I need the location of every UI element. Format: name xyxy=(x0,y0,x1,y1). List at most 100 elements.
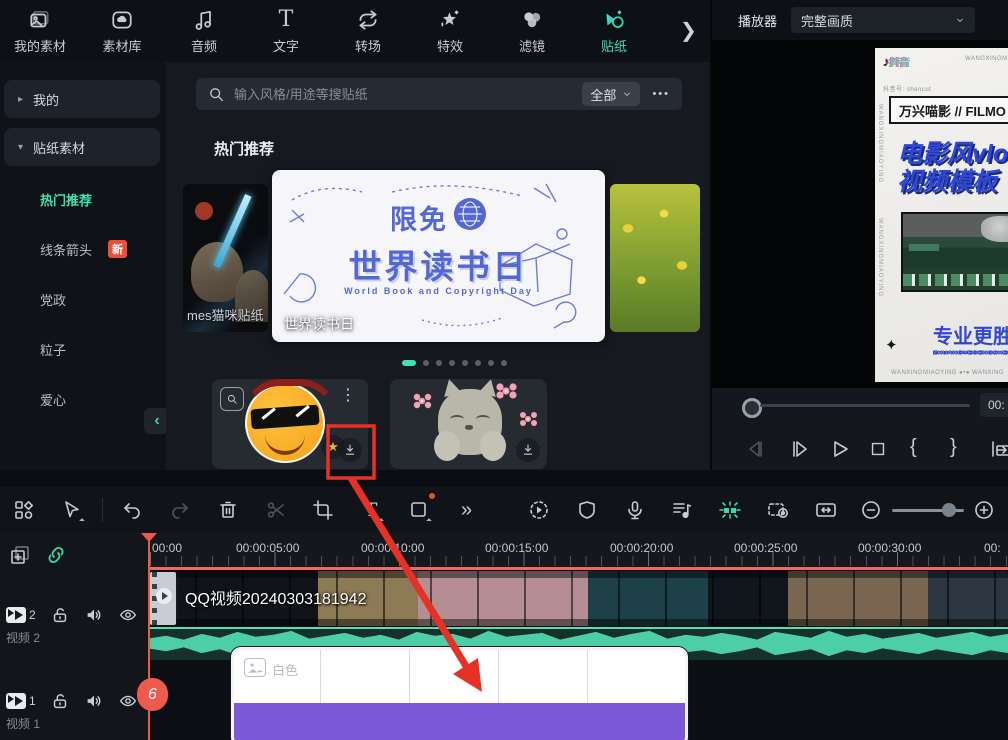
sidebar-group-stickers[interactable]: ▾ 贴纸素材 xyxy=(4,128,160,166)
sidebar-group-my[interactable]: ▸ 我的 xyxy=(4,80,160,118)
mark-in-button[interactable]: { xyxy=(910,436,917,459)
transition-icon xyxy=(356,8,380,32)
shield-button[interactable] xyxy=(563,487,611,533)
prev-frame-button[interactable] xyxy=(746,438,768,460)
media-view-button[interactable] xyxy=(0,487,48,533)
track-2-label: 视频 2 xyxy=(6,629,40,646)
download-icon xyxy=(521,443,535,457)
tiktok-id: 抖音号: shencut xyxy=(883,84,931,93)
sidebar-item-line-arrows[interactable]: 线条箭头新 xyxy=(0,234,166,264)
chevron-down-icon xyxy=(622,89,632,99)
track-type-toggle[interactable]: 1 xyxy=(6,693,36,709)
search-input[interactable] xyxy=(232,86,574,103)
carousel-dots[interactable] xyxy=(402,360,507,366)
nav-label: 音频 xyxy=(191,36,217,55)
zoom-in-button[interactable] xyxy=(960,487,1008,533)
filter-dropdown[interactable]: 全部 xyxy=(582,82,640,106)
split-scissors-button[interactable] xyxy=(252,487,300,533)
nav-expand-chevron-icon[interactable]: ❯ xyxy=(680,18,697,43)
dot-active[interactable] xyxy=(402,360,416,366)
sticker-card-sunglasses-emoji[interactable]: ⋮ ★ xyxy=(212,379,368,469)
speed-button[interactable] xyxy=(515,487,563,533)
nav-item-filters[interactable]: 滤镜 xyxy=(506,8,558,55)
nav-label: 特效 xyxy=(437,36,463,55)
mute-track-button[interactable] xyxy=(84,605,104,625)
play-button[interactable] xyxy=(829,438,851,460)
more-tools-chevron[interactable]: » xyxy=(443,487,491,533)
scrubber-track[interactable] xyxy=(760,404,970,407)
mask-tool-button[interactable] xyxy=(395,487,443,533)
stop-button[interactable] xyxy=(868,439,888,459)
top-nav: 我的素材 素材库 音频 T 文字 转场 特效 滤镜 xyxy=(0,0,710,62)
download-button[interactable] xyxy=(338,438,362,462)
nav-item-my-media[interactable]: 我的素材 xyxy=(14,8,66,55)
card-menu-icon[interactable]: ⋮ xyxy=(340,385,356,405)
nav-item-text[interactable]: T 文字 xyxy=(260,8,312,55)
hide-track-button[interactable] xyxy=(118,691,138,711)
nav-item-stickers[interactable]: 贴纸 xyxy=(588,8,640,55)
zoom-slider-handle[interactable] xyxy=(942,503,956,517)
quality-dropdown[interactable]: 完整画质 xyxy=(791,7,975,33)
add-track-button[interactable] xyxy=(8,543,32,567)
dot[interactable] xyxy=(423,360,429,366)
fit-timeline-button[interactable] xyxy=(802,487,850,533)
dot[interactable] xyxy=(501,360,507,366)
snapshot-button[interactable] xyxy=(990,438,1008,460)
carousel-prev-item[interactable]: mes猫咪贴纸 xyxy=(183,184,268,332)
zoom-out-button[interactable] xyxy=(850,487,892,533)
dot[interactable] xyxy=(436,360,442,366)
sidebar-item-particles[interactable]: 粒子 xyxy=(0,334,166,364)
nav-item-transitions[interactable]: 转场 xyxy=(342,8,394,55)
clip-leader-thumbnail xyxy=(150,572,176,625)
dot[interactable] xyxy=(475,360,481,366)
delete-button[interactable] xyxy=(204,487,252,533)
player-preview[interactable]: ♪抖音 抖音号: shencut WANGXINGMIAOYING WANGXI… xyxy=(712,40,1008,388)
green-caption-decor xyxy=(909,244,939,251)
zoom-slider[interactable] xyxy=(892,487,961,533)
text-tool-button[interactable]: T xyxy=(347,487,395,533)
undo-button[interactable] xyxy=(108,487,156,533)
sidebar-item-party[interactable]: 党政 xyxy=(0,284,166,314)
search-bar: 全部 ••• xyxy=(196,78,682,110)
lock-track-button[interactable] xyxy=(50,605,70,625)
scrubber-handle[interactable] xyxy=(742,398,762,418)
link-clips-button[interactable] xyxy=(44,543,68,567)
nav-label: 素材库 xyxy=(103,36,142,55)
timeline-ruler[interactable]: 00:00 00:00:05:00 00:00:10:00 00:00:15:0… xyxy=(148,533,1008,567)
dot[interactable] xyxy=(462,360,468,366)
record-voiceover-button[interactable] xyxy=(611,487,659,533)
auto-beat-sync-button[interactable] xyxy=(706,487,754,533)
nav-item-effects[interactable]: 特效 xyxy=(424,8,476,55)
redo-button[interactable] xyxy=(156,487,204,533)
carousel-next-item[interactable] xyxy=(610,184,700,332)
track-type-toggle[interactable]: 2 xyxy=(6,607,36,623)
nav-item-library[interactable]: 素材库 xyxy=(96,8,148,55)
mute-track-button[interactable] xyxy=(84,691,104,711)
item-label: 爱心 xyxy=(40,390,66,409)
video-clip-track2[interactable]: QQ视频20240303181942 xyxy=(148,571,1008,626)
hide-track-button[interactable] xyxy=(118,605,138,625)
lock-track-button[interactable] xyxy=(50,691,70,711)
dot[interactable] xyxy=(449,360,455,366)
crop-button[interactable] xyxy=(299,487,347,533)
audio-list-button[interactable] xyxy=(659,487,707,533)
effects-icon xyxy=(438,8,462,32)
filters-icon xyxy=(520,8,544,32)
sticker-card-cat-flowers[interactable] xyxy=(390,379,547,469)
featured-banner[interactable]: 限免 世界读书日 World Book and Copyright Day 世界… xyxy=(272,170,605,342)
playhead-marker[interactable] xyxy=(141,533,157,542)
search-icon xyxy=(208,86,224,102)
nav-item-audio[interactable]: 音频 xyxy=(178,8,230,55)
select-tool-button[interactable] xyxy=(48,487,96,533)
sidebar-item-hearts[interactable]: 爱心 xyxy=(0,384,166,414)
find-similar-icon[interactable] xyxy=(220,387,244,411)
sidebar-item-hot[interactable]: 热门推荐 xyxy=(0,184,166,214)
next-frame-button[interactable] xyxy=(788,438,810,460)
mark-out-button[interactable]: } xyxy=(950,436,957,459)
dot[interactable] xyxy=(488,360,494,366)
download-button[interactable] xyxy=(516,438,540,462)
preview-render-button[interactable] xyxy=(754,487,802,533)
library-icon xyxy=(110,8,134,32)
more-options-button[interactable]: ••• xyxy=(648,88,674,100)
sticker-clip-track1[interactable]: 白色 xyxy=(231,647,688,740)
